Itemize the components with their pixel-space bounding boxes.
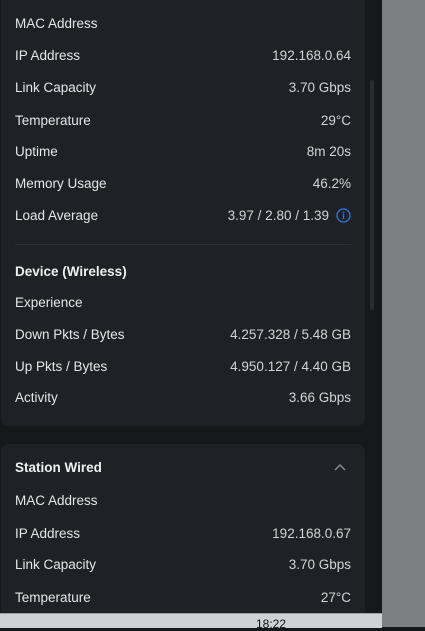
- row-label: Down Pkts / Bytes: [15, 326, 125, 342]
- row-value: 3.97 / 2.80 / 1.39: [228, 208, 351, 223]
- temperature-row: Temperature 27°C: [15, 586, 351, 608]
- station-wired-card: Station Wired MAC Address IP Address 192…: [1, 444, 365, 627]
- row-label: Temperature: [15, 112, 91, 128]
- row-label: Link Capacity: [15, 79, 97, 95]
- row-value: 3.66 Gbps: [288, 389, 351, 405]
- scrollbar[interactable]: [370, 80, 374, 310]
- memory-usage-row: Memory Usage 46.2%: [15, 172, 351, 194]
- ip-address-row: IP Address 192.168.0.67: [15, 522, 351, 544]
- row-value: 29°C: [320, 112, 351, 128]
- wireless-section-header: Device (Wireless): [15, 260, 351, 282]
- row-label: MAC Address: [15, 15, 98, 31]
- row-value: 3.70 Gbps: [288, 79, 351, 95]
- station-wired-header[interactable]: Station Wired: [15, 456, 351, 478]
- section-divider: [15, 244, 351, 245]
- row-value: 46.2%: [312, 175, 351, 191]
- station-details-card: MAC Address IP Address 192.168.0.64 Link…: [1, 0, 365, 426]
- background-window: [382, 0, 425, 627]
- device-details-panel: MAC Address IP Address 192.168.0.64 Link…: [0, 0, 382, 627]
- row-label: Up Pkts / Bytes: [15, 358, 108, 374]
- down-pkts-bytes-row: Down Pkts / Bytes 4.257.328 / 5.48 GB: [15, 323, 351, 345]
- mac-address-row: MAC Address: [15, 12, 351, 34]
- link-capacity-row: Link Capacity 3.70 Gbps: [15, 76, 351, 98]
- ip-address-row: IP Address 192.168.0.64: [15, 44, 351, 66]
- section-title: Device (Wireless): [15, 263, 127, 279]
- chevron-up-icon: [334, 458, 346, 476]
- row-value: 27°C: [320, 589, 351, 605]
- row-value: 192.168.0.67: [272, 525, 351, 541]
- experience-row: Experience: [15, 291, 351, 313]
- row-value: 8m 20s: [306, 143, 351, 159]
- up-pkts-bytes-row: Up Pkts / Bytes 4.950.127 / 4.40 GB: [15, 355, 351, 377]
- row-value: 3.70 Gbps: [288, 556, 351, 572]
- activity-row: Activity 3.66 Gbps: [15, 386, 351, 408]
- row-value: 192.168.0.64: [272, 47, 351, 63]
- row-value: 4.257.328 / 5.48 GB: [230, 326, 351, 342]
- link-capacity-row: Link Capacity 3.70 Gbps: [15, 553, 351, 575]
- collapse-button[interactable]: [329, 456, 351, 478]
- taskbar-clock[interactable]: 18:22: [256, 617, 286, 631]
- row-label: Temperature: [15, 589, 91, 605]
- mac-address-row: MAC Address: [15, 489, 351, 511]
- row-label: IP Address: [15, 47, 81, 63]
- taskbar: 18:22: [0, 613, 382, 631]
- row-label: Load Average: [15, 207, 99, 223]
- temperature-row: Temperature 29°C: [15, 109, 351, 131]
- card-title: Station Wired: [15, 459, 102, 475]
- row-label: Memory Usage: [15, 175, 107, 191]
- uptime-row: Uptime 8m 20s: [15, 140, 351, 162]
- row-label: Experience: [15, 294, 83, 310]
- row-label: Uptime: [15, 143, 58, 159]
- load-average-value: 3.97 / 2.80 / 1.39: [227, 207, 329, 223]
- row-value: 4.950.127 / 4.40 GB: [230, 358, 351, 374]
- load-average-row: Load Average 3.97 / 2.80 / 1.39: [15, 204, 351, 226]
- row-label: IP Address: [15, 525, 81, 541]
- info-circle-icon[interactable]: [336, 207, 351, 223]
- row-label: MAC Address: [15, 492, 98, 508]
- row-label: Activity: [15, 389, 58, 405]
- row-label: Link Capacity: [15, 556, 97, 572]
